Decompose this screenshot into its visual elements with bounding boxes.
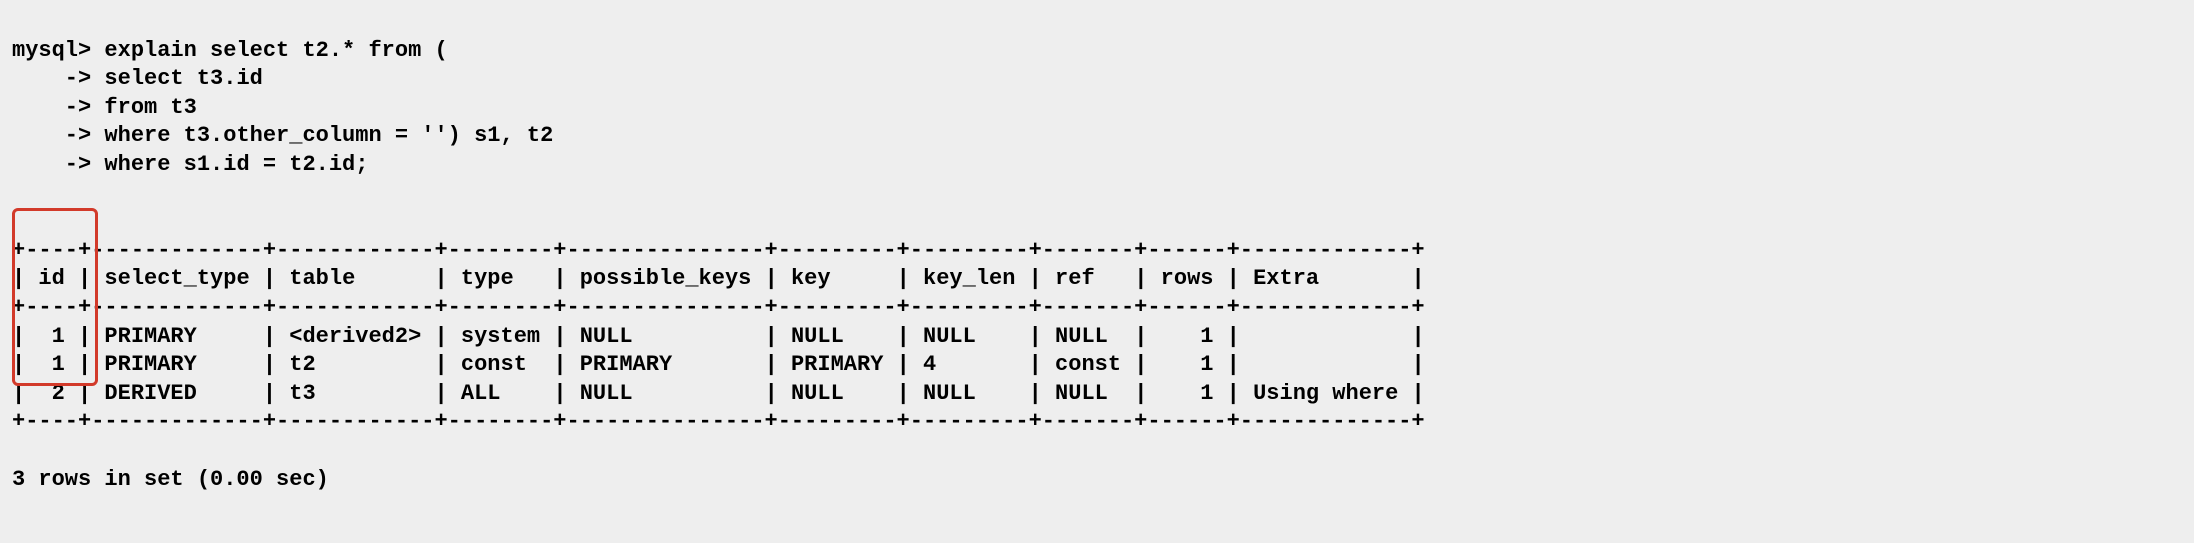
query-line-5: where s1.id = t2.id; (104, 152, 368, 177)
table-border-bottom: +----+-------------+------------+-------… (12, 409, 1425, 434)
table-border-mid: +----+-------------+------------+-------… (12, 295, 1425, 320)
table-border-top: +----+-------------+------------+-------… (12, 238, 1425, 263)
cell: t3 (289, 381, 315, 406)
col-header-select-type: select_type (104, 266, 249, 291)
col-header-type: type (461, 266, 514, 291)
continuation-prompt: -> (12, 95, 91, 120)
cell: NULL (791, 324, 844, 349)
cell: const (461, 352, 527, 377)
cell: NULL (1055, 324, 1108, 349)
cell: 1 (1200, 352, 1213, 377)
continuation-prompt: -> (12, 123, 91, 148)
cell: NULL (791, 381, 844, 406)
cell: NULL (580, 324, 633, 349)
query-line-4: where t3.other_column = '') s1, t2 (104, 123, 553, 148)
cell: NULL (923, 324, 976, 349)
continuation-prompt: -> (12, 66, 91, 91)
cell: 1 (1200, 324, 1213, 349)
col-header-ref: ref (1055, 266, 1095, 291)
cell: 1 (52, 324, 65, 349)
col-header-key-len: key_len (923, 266, 1015, 291)
cell: <derived2> (289, 324, 421, 349)
col-header-possible-keys: possible_keys (580, 266, 752, 291)
cell: 1 (52, 352, 65, 377)
cell: DERIVED (104, 381, 196, 406)
cell: NULL (1055, 381, 1108, 406)
col-header-key: key (791, 266, 831, 291)
continuation-prompt: -> (12, 152, 91, 177)
cell: PRIMARY (791, 352, 883, 377)
cell: const (1055, 352, 1121, 377)
result-summary: 3 rows in set (0.00 sec) (12, 466, 2182, 495)
query-line-1: explain select t2.* from ( (104, 38, 447, 63)
terminal-output: mysql> explain select t2.* from ( -> sel… (0, 0, 2194, 543)
cell: 2 (52, 381, 65, 406)
cell: Using where (1253, 381, 1398, 406)
cell: PRIMARY (580, 352, 672, 377)
col-header-extra: Extra (1253, 266, 1319, 291)
explain-table: +----+-------------+------------+-------… (12, 208, 2182, 437)
cell: PRIMARY (104, 352, 196, 377)
cell: NULL (923, 381, 976, 406)
col-header-id: id (38, 266, 64, 291)
cell: 4 (923, 352, 936, 377)
cell: PRIMARY (104, 324, 196, 349)
sql-query-block: mysql> explain select t2.* from ( -> sel… (12, 37, 2182, 180)
col-header-table: table (289, 266, 355, 291)
cell: system (461, 324, 540, 349)
cell: t2 (289, 352, 315, 377)
cell: 1 (1200, 381, 1213, 406)
cell: NULL (580, 381, 633, 406)
mysql-prompt: mysql> (12, 38, 91, 63)
cell: ALL (461, 381, 501, 406)
col-header-rows: rows (1161, 266, 1214, 291)
query-line-3: from t3 (104, 95, 196, 120)
query-line-2: select t3.id (104, 66, 262, 91)
